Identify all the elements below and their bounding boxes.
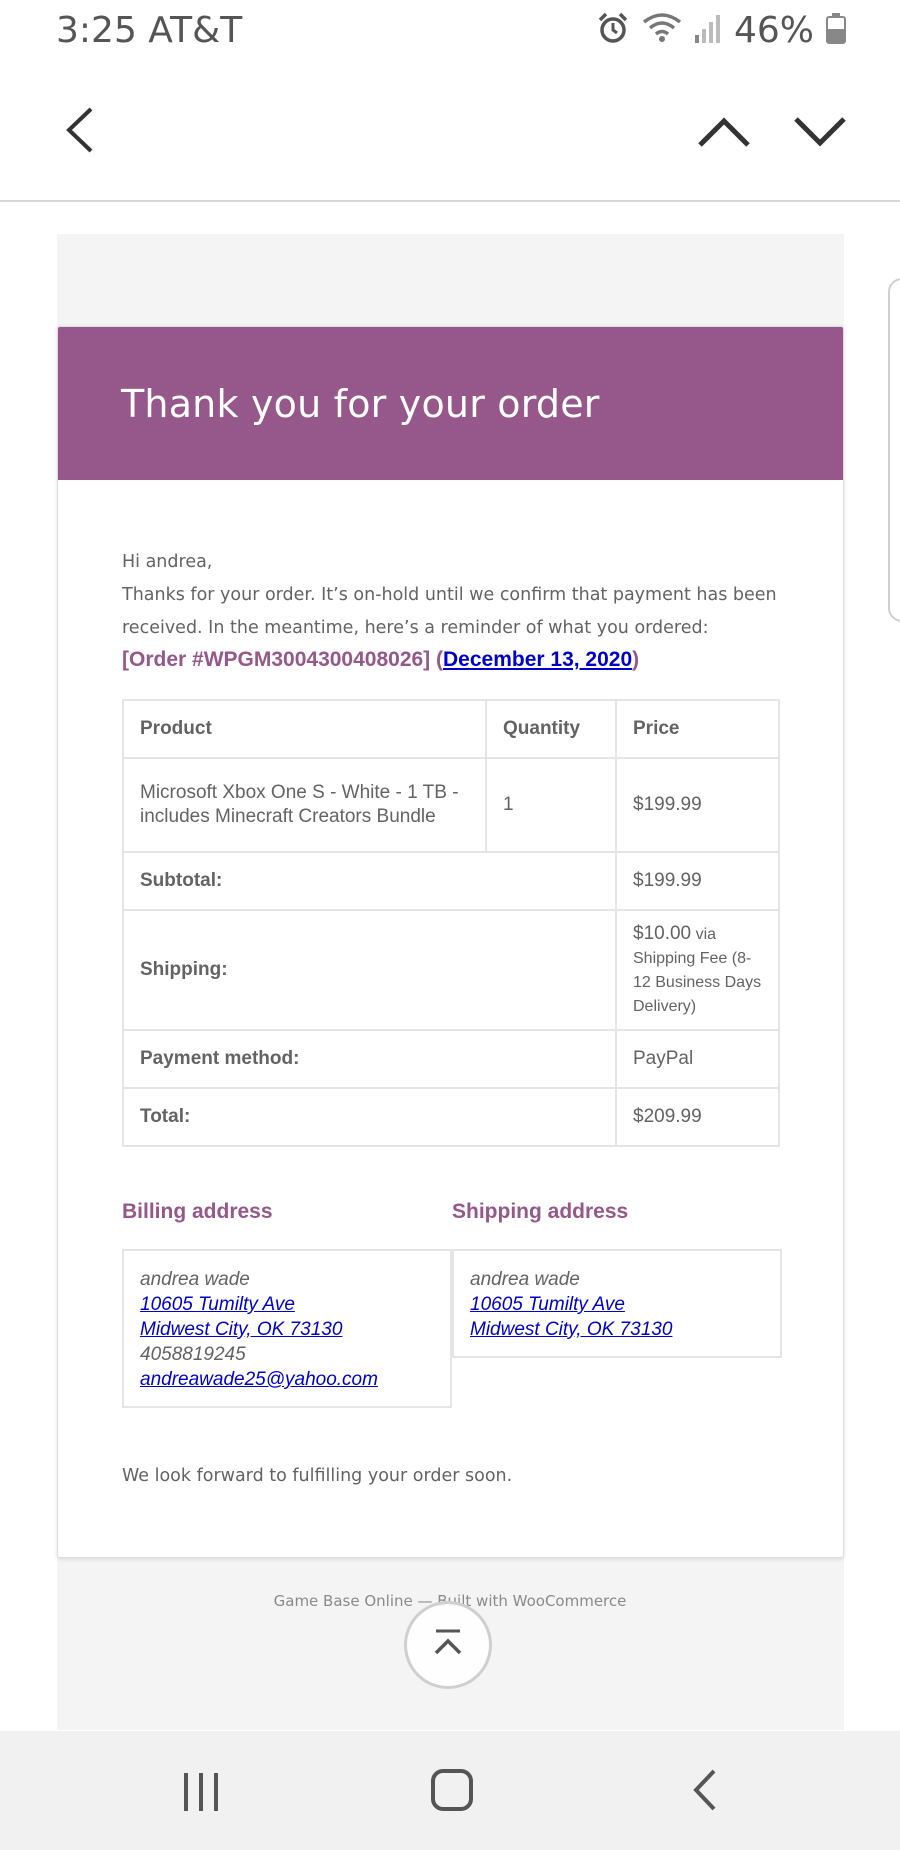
subtotal-row: Subtotal: $199.99 <box>122 851 780 911</box>
order-date-link[interactable]: December 13, 2020 <box>443 648 632 671</box>
billing-city-link[interactable]: Midwest City, OK 73130 <box>140 1317 434 1342</box>
total-row: Total: $209.99 <box>122 1087 780 1147</box>
scroll-top-icon <box>428 1623 468 1668</box>
billing-address-box: andrea wade 10605 Tumilty Ave Midwest Ci… <box>122 1249 452 1408</box>
shipping-label: Shipping: <box>122 909 617 1031</box>
total-value: $209.99 <box>615 1087 780 1147</box>
column-header-price: Price <box>615 699 780 759</box>
status-icons: 46% <box>596 8 846 52</box>
nav-back-icon[interactable] <box>674 1759 736 1821</box>
payment-value: PayPal <box>615 1029 780 1089</box>
billing-phone: 4058819245 <box>140 1344 246 1365</box>
back-icon[interactable] <box>52 102 108 158</box>
order-table: Product Quantity Price Microsoft Xbox On… <box>122 699 780 1147</box>
order-number: [Order #WPGM3004300408026] ( <box>122 648 443 671</box>
billing-email-link[interactable]: andreawade25@yahoo.com <box>140 1367 434 1392</box>
email-body: Hi andrea, Thanks for your order. It’s o… <box>58 480 843 1486</box>
payment-row: Payment method: PayPal <box>122 1029 780 1089</box>
item-product: Microsoft Xbox One S - White - 1 TB - in… <box>122 757 487 853</box>
wifi-icon <box>642 12 682 48</box>
item-quantity: 1 <box>485 757 617 853</box>
battery-icon <box>826 12 846 48</box>
billing-street-link[interactable]: 10605 Tumilty Ave <box>140 1292 434 1317</box>
home-icon[interactable] <box>421 1759 483 1821</box>
billing-address-title: Billing address <box>122 1200 273 1223</box>
scroll-to-top-button[interactable] <box>404 1601 492 1689</box>
billing-name: andrea wade <box>140 1269 250 1290</box>
clock: 3:25 <box>56 10 137 51</box>
shipping-city-link[interactable]: Midwest City, OK 73130 <box>470 1317 764 1342</box>
payment-label: Payment method: <box>122 1029 617 1089</box>
recents-icon[interactable] <box>170 1761 232 1823</box>
closing-text: We look forward to fulfilling your order… <box>122 1466 513 1486</box>
side-scroll-handle[interactable] <box>888 278 900 622</box>
status-bar: 3:25 AT&T 46% <box>0 0 900 60</box>
shipping-address-title: Shipping address <box>452 1200 629 1223</box>
table-header-row: Product Quantity Price <box>122 699 780 759</box>
signal-icon <box>694 13 722 47</box>
shipping-row: Shipping: $10.00 via Shipping Fee (8-12 … <box>122 909 780 1031</box>
item-price: $199.99 <box>615 757 780 853</box>
email-title: Thank you for your order <box>121 381 600 426</box>
battery-percent: 46% <box>733 9 814 51</box>
subtotal-label: Subtotal: <box>122 851 617 911</box>
alarm-icon <box>596 11 630 49</box>
shipping-amount: $10.00 <box>633 923 692 944</box>
next-icon[interactable] <box>788 110 852 154</box>
email-card: Thank you for your order Hi andrea, Than… <box>57 326 844 1558</box>
carrier: AT&T <box>148 10 243 51</box>
order-suffix: ) <box>632 648 640 671</box>
billing-address-column: Billing address andrea wade 10605 Tumilt… <box>122 1197 452 1408</box>
column-header-quantity: Quantity <box>485 699 617 759</box>
shipping-value: $10.00 via Shipping Fee (8-12 Business D… <box>615 909 780 1031</box>
total-label: Total: <box>122 1087 617 1147</box>
order-heading: [Order #WPGM3004300408026] (December 13,… <box>122 645 779 675</box>
subtotal-value: $199.99 <box>615 851 780 911</box>
addresses: Billing address andrea wade 10605 Tumilt… <box>122 1197 782 1408</box>
intro-text: Thanks for your order. It’s on-hold unti… <box>122 585 777 638</box>
app-bar <box>0 60 900 202</box>
shipping-address-column: Shipping address andrea wade 10605 Tumil… <box>452 1197 782 1408</box>
column-header-product: Product <box>122 699 487 759</box>
status-time: 3:25 AT&T <box>56 10 242 51</box>
email-header: Thank you for your order <box>58 327 843 480</box>
table-row: Microsoft Xbox One S - White - 1 TB - in… <box>122 757 780 853</box>
shipping-street-link[interactable]: 10605 Tumilty Ave <box>470 1292 764 1317</box>
shipping-name: andrea wade <box>470 1269 580 1290</box>
system-nav-bar <box>0 1731 900 1850</box>
shipping-address-box: andrea wade 10605 Tumilty Ave Midwest Ci… <box>452 1249 782 1358</box>
greeting: Hi andrea, <box>122 552 213 572</box>
previous-icon[interactable] <box>692 110 756 154</box>
